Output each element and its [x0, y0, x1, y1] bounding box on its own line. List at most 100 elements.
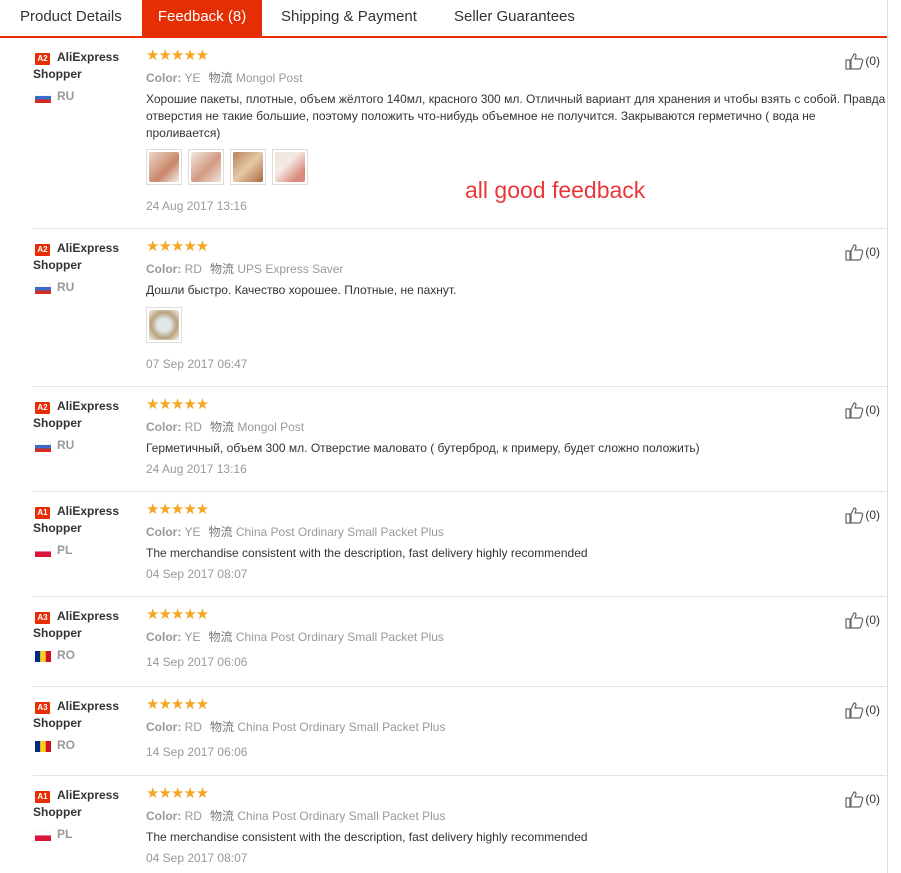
buyer-level-badge: A3: [35, 702, 50, 714]
country-flag-icon: [35, 92, 51, 103]
review-date: 24 Aug 2017 13:16: [146, 199, 247, 213]
tab-product-details[interactable]: Product Details: [20, 0, 122, 36]
logistics-label: 物流: [210, 262, 235, 276]
color-label: Color:: [146, 71, 182, 85]
tab-seller-guarantees[interactable]: Seller Guarantees: [454, 0, 575, 36]
color-label: Color:: [146, 262, 182, 276]
buyer-level-badge: A1: [35, 507, 50, 519]
logistics-label: 物流: [210, 809, 235, 823]
order-info: Color: RD 物流 China Post Ordinary Small Pa…: [146, 807, 445, 824]
order-info: Color: RD 物流 China Post Ordinary Small Pa…: [146, 718, 445, 735]
review-text: Дошли быстро. Качество хорошее. Плотные,…: [146, 283, 457, 297]
country-code: RU: [57, 89, 75, 103]
review-date: 04 Sep 2017 08:07: [146, 851, 248, 865]
order-info: Color: YE 物流 Mongol Post: [146, 69, 303, 86]
logistics-label: 物流: [208, 71, 233, 85]
tab-bar: Product Details Feedback (8) Shipping & …: [0, 0, 887, 38]
feedback-item: AliExpress Shopper A2 RU ★★★★★ Color: YE…: [33, 45, 888, 229]
helpful-vote[interactable]: (0): [844, 401, 880, 419]
country-flag-icon: [35, 546, 51, 557]
star-rating: ★★★★★: [146, 238, 209, 255]
shipping-method: UPS Express Saver: [237, 262, 344, 276]
color-label: Color:: [146, 720, 182, 734]
buyer-level-badge: A2: [35, 402, 50, 414]
logistics-label: 物流: [208, 630, 233, 644]
helpful-count: (0): [865, 792, 880, 806]
review-photo[interactable]: [188, 149, 224, 185]
feedback-item: AliExpress Shopper A3 RO ★★★★★ Color: YE…: [33, 604, 888, 687]
review-date: 24 Aug 2017 13:16: [146, 462, 247, 476]
star-rating: ★★★★★: [146, 785, 209, 802]
review-text: The merchandise consistent with the desc…: [146, 830, 588, 844]
color-value: RD: [184, 262, 203, 276]
shipping-method: China Post Ordinary Small Packet Plus: [237, 720, 446, 734]
color-value: YE: [184, 525, 201, 539]
review-photo[interactable]: [272, 149, 308, 185]
helpful-vote[interactable]: (0): [844, 790, 880, 808]
shipping-method: Mongol Post: [235, 71, 303, 85]
helpful-vote[interactable]: (0): [844, 52, 880, 70]
review-date: 07 Sep 2017 06:47: [146, 357, 248, 371]
thumbs-up-icon[interactable]: [844, 401, 864, 419]
star-rating: ★★★★★: [146, 396, 209, 413]
review-text: The merchandise consistent with the desc…: [146, 546, 588, 560]
country-code: RO: [57, 738, 75, 752]
country-code: RU: [57, 280, 75, 294]
feedback-item: AliExpress Shopper A1 PL ★★★★★ Color: RD…: [33, 783, 888, 873]
shipping-method: China Post Ordinary Small Packet Plus: [237, 809, 446, 823]
helpful-count: (0): [865, 245, 880, 259]
buyer-level-badge: A1: [35, 791, 50, 803]
star-rating: ★★★★★: [146, 501, 209, 518]
color-value: YE: [184, 630, 201, 644]
logistics-label: 物流: [210, 420, 235, 434]
helpful-vote[interactable]: (0): [844, 701, 880, 719]
order-info: Color: RD 物流 Mongol Post: [146, 418, 304, 435]
country-code: PL: [57, 827, 73, 841]
helpful-count: (0): [865, 703, 880, 717]
country-flag-icon: [35, 283, 51, 294]
color-label: Color:: [146, 525, 182, 539]
country-flag-icon: [35, 830, 51, 841]
tab-feedback[interactable]: Feedback (8): [142, 0, 262, 36]
feedback-item: AliExpress Shopper A3 RO ★★★★★ Color: RD…: [33, 694, 888, 776]
star-rating: ★★★★★: [146, 47, 209, 64]
country-code: RO: [57, 648, 75, 662]
review-date: 14 Sep 2017 06:06: [146, 745, 248, 759]
helpful-vote[interactable]: (0): [844, 506, 880, 524]
feedback-item: AliExpress Shopper A1 PL ★★★★★ Color: YE…: [33, 499, 888, 597]
tab-shipping-payment[interactable]: Shipping & Payment: [281, 0, 417, 36]
star-rating: ★★★★★: [146, 696, 209, 713]
order-info: Color: YE 物流 China Post Ordinary Small Pa…: [146, 628, 444, 645]
helpful-vote[interactable]: (0): [844, 243, 880, 261]
buyer-level-badge: A2: [35, 53, 50, 65]
country-code: PL: [57, 543, 73, 557]
thumbs-up-icon[interactable]: [844, 52, 864, 70]
helpful-count: (0): [865, 613, 880, 627]
review-date: 14 Sep 2017 06:06: [146, 655, 248, 669]
review-text: Герметичный, объем 300 мл. Отверстие мал…: [146, 441, 700, 455]
color-label: Color:: [146, 630, 182, 644]
thumbs-up-icon[interactable]: [844, 243, 864, 261]
color-label: Color:: [146, 809, 182, 823]
shipping-method: China Post Ordinary Small Packet Plus: [235, 630, 444, 644]
helpful-count: (0): [865, 508, 880, 522]
feedback-item: AliExpress Shopper A2 RU ★★★★★ Color: RD…: [33, 236, 888, 387]
thumbs-up-icon[interactable]: [844, 611, 864, 629]
review-photo[interactable]: [146, 149, 182, 185]
color-value: RD: [184, 809, 203, 823]
country-flag-icon: [35, 741, 51, 752]
order-info: Color: RD 物流 UPS Express Saver: [146, 260, 343, 277]
color-label: Color:: [146, 420, 182, 434]
color-value: YE: [184, 71, 201, 85]
helpful-vote[interactable]: (0): [844, 611, 880, 629]
thumbs-up-icon[interactable]: [844, 790, 864, 808]
review-photo[interactable]: [146, 307, 182, 343]
thumbs-up-icon[interactable]: [844, 701, 864, 719]
thumbs-up-icon[interactable]: [844, 506, 864, 524]
buyer-level-badge: A2: [35, 244, 50, 256]
review-photo[interactable]: [230, 149, 266, 185]
review-photos: [146, 307, 182, 343]
buyer-level-badge: A3: [35, 612, 50, 624]
country-flag-icon: [35, 651, 51, 662]
country-flag-icon: [35, 441, 51, 452]
